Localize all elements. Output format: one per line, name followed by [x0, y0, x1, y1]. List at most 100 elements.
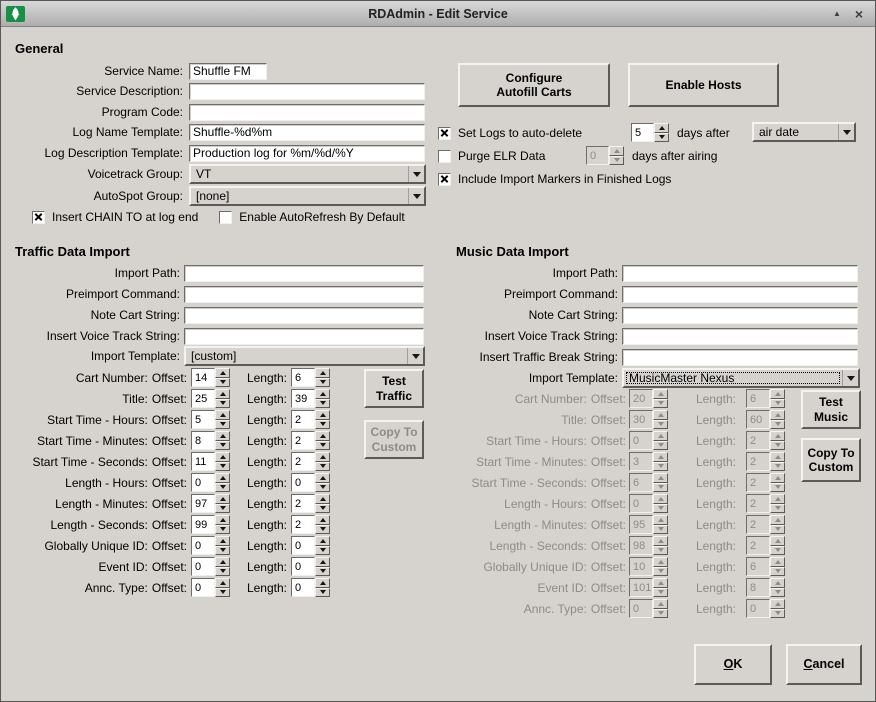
- music-copy-to-custom-button[interactable]: Copy To Custom: [801, 438, 861, 482]
- spin-down-icon[interactable]: [315, 441, 330, 451]
- spin-up-icon[interactable]: [215, 473, 230, 483]
- length-input[interactable]: [291, 536, 315, 555]
- music-preimport-command-input[interactable]: [622, 286, 858, 303]
- cancel-button[interactable]: Cancel: [786, 644, 862, 685]
- spin-up-icon[interactable]: [215, 452, 230, 462]
- spin-up-icon[interactable]: [315, 431, 330, 441]
- spin-down-icon[interactable]: [215, 462, 230, 472]
- spin-up-icon[interactable]: [215, 389, 230, 399]
- spin-up-icon[interactable]: [315, 368, 330, 378]
- ok-button[interactable]: OK: [694, 644, 772, 685]
- log-name-template-input[interactable]: [189, 124, 425, 141]
- spin-up-icon[interactable]: [215, 557, 230, 567]
- configure-autofill-carts-button[interactable]: Configure Autofill Carts: [458, 63, 610, 107]
- length-input[interactable]: [291, 557, 315, 576]
- spin-up-icon[interactable]: [215, 431, 230, 441]
- purge-elr-checkbox-row[interactable]: Purge ELR Data: [438, 146, 545, 166]
- music-note-cart-input[interactable]: [622, 307, 858, 324]
- auto-delete-days-input[interactable]: [631, 123, 654, 142]
- auto-delete-basis-select[interactable]: air date: [752, 122, 856, 142]
- titlebar[interactable]: RDAdmin - Edit Service ▲ ×: [1, 1, 875, 27]
- spin-up-icon[interactable]: [315, 494, 330, 504]
- spin-down-icon[interactable]: [315, 525, 330, 535]
- spin-up-icon[interactable]: [215, 494, 230, 504]
- log-description-template-input[interactable]: [189, 145, 425, 162]
- spin-down-icon[interactable]: [315, 567, 330, 577]
- offset-input[interactable]: [191, 515, 215, 534]
- spin-down-icon[interactable]: [215, 420, 230, 430]
- length-input[interactable]: [291, 368, 315, 387]
- service-description-input[interactable]: [189, 83, 425, 100]
- spin-up-icon[interactable]: [315, 515, 330, 525]
- enable-hosts-button[interactable]: Enable Hosts: [628, 63, 779, 107]
- offset-input[interactable]: [191, 578, 215, 597]
- spin-up-icon[interactable]: [315, 578, 330, 588]
- spin-up-icon[interactable]: [315, 473, 330, 483]
- spin-down-icon[interactable]: [215, 567, 230, 577]
- spin-down-icon[interactable]: [215, 546, 230, 556]
- offset-input[interactable]: [191, 536, 215, 555]
- offset-input[interactable]: [191, 557, 215, 576]
- traffic-import-path-input[interactable]: [184, 265, 424, 282]
- spin-up-icon[interactable]: [215, 578, 230, 588]
- spin-down-icon[interactable]: [315, 378, 330, 388]
- autospot-group-select[interactable]: [none]: [189, 186, 426, 206]
- offset-input[interactable]: [191, 431, 215, 450]
- length-input[interactable]: [291, 431, 315, 450]
- offset-input[interactable]: [191, 410, 215, 429]
- service-name-input[interactable]: [189, 63, 267, 80]
- spin-up-icon[interactable]: [215, 515, 230, 525]
- music-traffic-break-string-input[interactable]: [622, 349, 858, 366]
- offset-input[interactable]: [191, 452, 215, 471]
- spin-up-icon[interactable]: [315, 452, 330, 462]
- spin-down-icon[interactable]: [215, 378, 230, 388]
- music-voice-track-string-input[interactable]: [622, 328, 858, 345]
- import-markers-checkbox[interactable]: [438, 173, 451, 186]
- traffic-note-cart-input[interactable]: [184, 307, 424, 324]
- spin-down-icon[interactable]: [215, 504, 230, 514]
- spin-down-icon[interactable]: [315, 462, 330, 472]
- insert-chain-checkbox[interactable]: [32, 211, 45, 224]
- length-input[interactable]: [291, 494, 315, 513]
- spin-down-icon[interactable]: [315, 588, 330, 598]
- autorefresh-checkbox[interactable]: [219, 211, 232, 224]
- traffic-preimport-command-input[interactable]: [184, 286, 424, 303]
- music-import-template-select[interactable]: MusicMaster Nexus: [622, 368, 860, 388]
- length-input[interactable]: [291, 410, 315, 429]
- program-code-input[interactable]: [189, 104, 425, 121]
- shade-window-icon[interactable]: ▲: [829, 6, 845, 22]
- purge-elr-checkbox[interactable]: [438, 150, 451, 163]
- length-input[interactable]: [291, 473, 315, 492]
- spin-up-icon[interactable]: [315, 536, 330, 546]
- voicetrack-group-select[interactable]: VT: [189, 164, 426, 184]
- spin-up-icon[interactable]: [315, 389, 330, 399]
- close-window-icon[interactable]: ×: [851, 6, 867, 22]
- auto-delete-checkbox[interactable]: [438, 127, 451, 140]
- length-input[interactable]: [291, 515, 315, 534]
- spin-down-icon[interactable]: [215, 525, 230, 535]
- spin-down-icon[interactable]: [215, 441, 230, 451]
- spin-up-icon[interactable]: [215, 410, 230, 420]
- length-input[interactable]: [291, 389, 315, 408]
- test-music-button[interactable]: Test Music: [801, 390, 861, 429]
- spin-up-icon[interactable]: [215, 368, 230, 378]
- spin-down-icon[interactable]: [315, 420, 330, 430]
- length-input[interactable]: [291, 452, 315, 471]
- spin-down-icon[interactable]: [315, 483, 330, 493]
- spin-up-icon[interactable]: [654, 123, 669, 133]
- offset-input[interactable]: [191, 473, 215, 492]
- length-input[interactable]: [291, 578, 315, 597]
- spin-down-icon[interactable]: [215, 399, 230, 409]
- spin-up-icon[interactable]: [215, 536, 230, 546]
- traffic-voice-track-string-input[interactable]: [184, 328, 424, 345]
- music-import-path-input[interactable]: [622, 265, 858, 282]
- spin-down-icon[interactable]: [315, 546, 330, 556]
- spin-down-icon[interactable]: [654, 133, 669, 143]
- spin-up-icon[interactable]: [315, 557, 330, 567]
- spin-down-icon[interactable]: [215, 588, 230, 598]
- offset-input[interactable]: [191, 368, 215, 387]
- spin-down-icon[interactable]: [215, 483, 230, 493]
- spin-up-icon[interactable]: [315, 410, 330, 420]
- spin-down-icon[interactable]: [315, 399, 330, 409]
- offset-input[interactable]: [191, 494, 215, 513]
